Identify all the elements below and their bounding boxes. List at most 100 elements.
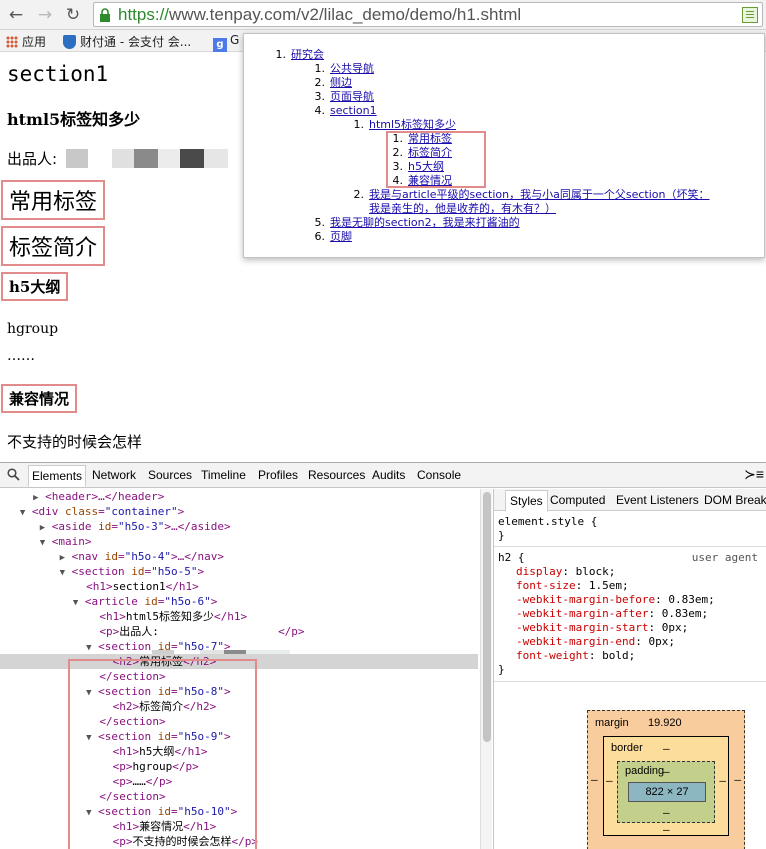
h2-common-tags: 常用标签	[1, 180, 106, 220]
divider	[494, 546, 766, 547]
redacted-block	[66, 149, 88, 168]
address-bar[interactable]: https://www.tenpay.com/v2/lilac_demo/dem…	[93, 2, 763, 27]
dom-node-section-h5o-5[interactable]: ▼ <section id="h5o-5">	[0, 564, 478, 579]
css-declaration[interactable]: -webkit-margin-after: 0.83em;	[516, 607, 708, 621]
margin-right-value[interactable]: –	[734, 773, 741, 786]
padding-bottom-value[interactable]: –	[663, 806, 670, 819]
dom-node-aside[interactable]: ▶ <aside id="h5o-3">…</aside>	[0, 519, 478, 534]
dom-node-container[interactable]: ▼ <div class="container">	[0, 504, 478, 519]
ellipsis-text: ……	[7, 348, 35, 364]
border-bottom-value[interactable]: –	[663, 823, 670, 836]
outline-item-pagenav[interactable]: 3. 页面导航	[308, 90, 375, 104]
outline-item-sibling[interactable]: 2. 我是与article平级的section，我与小a同属于一个父section…	[347, 188, 710, 202]
dom-node-h2-common-selected[interactable]: <h2>常用标签</h2>	[0, 654, 478, 669]
redacted-block	[204, 149, 228, 168]
box-model-content[interactable]: 822 × 27	[628, 782, 706, 802]
tab-timeline[interactable]: Timeline	[201, 468, 246, 482]
dom-node-nav[interactable]: ▶ <nav id="h5o-4">…</nav>	[0, 549, 478, 564]
dom-node-p-unsupported[interactable]: <p>不支持的时候会怎样</p>	[0, 834, 478, 849]
dom-node-section-close[interactable]: </section>	[0, 714, 478, 729]
tab-console[interactable]: Console	[417, 468, 461, 482]
margin-label: margin	[595, 717, 629, 729]
outline-item-sibling-cont[interactable]: 我是亲生的，他是收养的，有木有？）	[369, 202, 556, 216]
css-declaration[interactable]: -webkit-margin-before: 0.83em;	[516, 593, 715, 607]
dom-node-section-h5o-7[interactable]: ▼ <section id="h5o-7">	[0, 639, 478, 654]
css-declaration[interactable]: -webkit-margin-end: 0px;	[516, 635, 675, 649]
reload-icon[interactable]: ↻	[62, 4, 84, 26]
box-model-border: border – – – – padding – 822 × 27 –	[603, 736, 729, 836]
outline-item-root[interactable]: 1. 研究会	[269, 48, 325, 62]
h2-tag-intro: 标签简介	[1, 226, 106, 266]
tab-dom-breakpoints[interactable]: DOM Breakpoi	[704, 493, 766, 507]
forward-arrow-icon[interactable]: →	[34, 4, 56, 26]
dom-node-section-close[interactable]: </section>	[0, 789, 478, 804]
tab-event-listeners[interactable]: Event Listeners	[616, 493, 699, 507]
css-declaration[interactable]: display: block;	[516, 565, 615, 579]
css-declaration[interactable]: -webkit-margin-start: 0px;	[516, 621, 688, 635]
dom-node-h1-compat[interactable]: <h1>兼容情况</h1>	[0, 819, 478, 834]
dom-node-h1-outline[interactable]: <h1>h5大纲</h1>	[0, 744, 478, 759]
tab-audits[interactable]: Audits	[372, 468, 405, 482]
bookmark-tenpay[interactable]: 财付通 - 会支付 会...	[63, 33, 191, 49]
bookmark-google[interactable]: gG	[213, 33, 239, 52]
more-tabs-icon[interactable]: ≻≡	[744, 466, 764, 483]
margin-left-value[interactable]: –	[591, 773, 598, 786]
devtools-tabbar: Elements Network Sources Timeline Profil…	[0, 463, 766, 488]
outline-item-section2[interactable]: 5. 我是无聊的section2，我是来打酱油的	[308, 216, 520, 230]
styles-pane: Styles Computed Event Listeners DOM Brea…	[493, 489, 766, 849]
dom-node-section-close[interactable]: </section>	[0, 669, 478, 684]
tab-elements[interactable]: Elements	[28, 465, 87, 487]
redacted-block	[134, 149, 158, 168]
tab-styles[interactable]: Styles	[505, 490, 548, 512]
tab-network[interactable]: Network	[92, 468, 136, 482]
dom-node-section-h5o-8[interactable]: ▼ <section id="h5o-8">	[0, 684, 478, 699]
dom-node-header[interactable]: ▶ <header>…</header>	[0, 489, 478, 504]
css-declaration[interactable]: font-weight: bold;	[516, 649, 635, 663]
h1-compat: 兼容情况	[1, 384, 78, 413]
elements-tree: ▶ <header>…</header> ▼ <div class="conta…	[0, 489, 480, 849]
browser-toolbar: ← → ↻ https://www.tenpay.com/v2/lilac_de…	[0, 0, 766, 30]
border-left-value[interactable]: –	[606, 774, 613, 787]
outline-item-footer[interactable]: 6. 页脚	[308, 230, 353, 244]
shield-icon	[63, 35, 76, 49]
elements-scrollbar[interactable]	[480, 489, 492, 849]
dom-node-h1-article[interactable]: <h1>html5标签知多少</h1>	[0, 609, 478, 624]
redacted-block	[158, 149, 180, 168]
back-arrow-icon[interactable]: ←	[5, 4, 27, 26]
article-heading: html5标签知多少	[7, 110, 141, 129]
border-right-value[interactable]: –	[719, 774, 726, 787]
outline-item-section1[interactable]: 4. section1	[308, 104, 377, 118]
dom-node-section-h5o-10[interactable]: ▼ <section id="h5o-10">	[0, 804, 478, 819]
rule-selector[interactable]: h2 {	[498, 551, 525, 565]
search-icon[interactable]	[7, 468, 20, 481]
dom-node-article[interactable]: ▼ <article id="h5o-6">	[0, 594, 478, 609]
outline-item-article[interactable]: 1. html5标签知多少	[347, 118, 457, 132]
dom-node-p-hgroup[interactable]: <p>hgroup</p>	[0, 759, 478, 774]
outline-item-sidebar[interactable]: 2. 侧边	[308, 76, 353, 90]
url-text: https://www.tenpay.com/v2/lilac_demo/dem…	[118, 5, 522, 24]
border-top-value[interactable]: –	[663, 742, 670, 755]
tab-sources[interactable]: Sources	[148, 468, 192, 482]
margin-top-value[interactable]: 19.920	[648, 717, 682, 729]
dom-node-h2-intro[interactable]: <h2>标签简介</h2>	[0, 699, 478, 714]
outline-extension-icon[interactable]	[742, 7, 758, 23]
dom-node-section-h5o-9[interactable]: ▼ <section id="h5o-9">	[0, 729, 478, 744]
bookmark-apps[interactable]: 应用	[6, 33, 46, 49]
apps-grid-icon	[6, 36, 18, 48]
dom-node-main[interactable]: ▼ <main>	[0, 534, 478, 549]
tab-resources[interactable]: Resources	[308, 468, 365, 482]
border-label: border	[611, 742, 643, 754]
tab-profiles[interactable]: Profiles	[258, 468, 298, 482]
outline-item-nav[interactable]: 1. 公共导航	[308, 62, 375, 76]
hgroup-text: hgroup	[7, 321, 59, 337]
element-style-rule[interactable]: element.style {	[498, 515, 597, 529]
dom-node-h1-section1[interactable]: <h1>section1</h1>	[0, 579, 478, 594]
padding-top-value[interactable]: –	[663, 765, 670, 778]
tab-computed[interactable]: Computed	[550, 493, 605, 507]
scrollbar-thumb[interactable]	[483, 492, 491, 742]
h1-h5-outline: h5大纲	[1, 272, 69, 301]
dom-node-p-ellipsis[interactable]: <p>……</p>	[0, 774, 478, 789]
css-declaration[interactable]: font-size: 1.5em;	[516, 579, 629, 593]
content-size: 822 × 27	[645, 786, 689, 798]
dom-node-p-author[interactable]: <p>出品人: </p>	[0, 624, 478, 639]
